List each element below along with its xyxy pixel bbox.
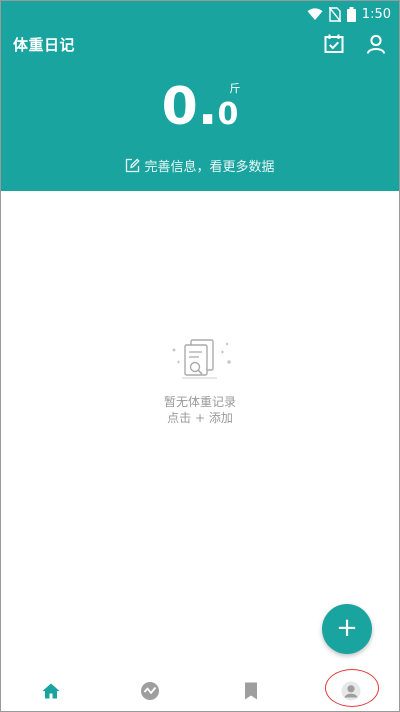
- empty-records-icon: [167, 339, 233, 390]
- header: 1:50 体重日记 0.0 斤 完善信息，看更多数据: [1, 1, 399, 191]
- home-icon[interactable]: [41, 681, 61, 701]
- empty-state-text: 暂无体重记录 点击 + 添加: [1, 394, 399, 426]
- empty-state: 暂无体重记录 点击 + 添加: [1, 336, 399, 426]
- person-icon[interactable]: [365, 33, 387, 55]
- weight-decimal: 0: [217, 97, 239, 132]
- weight-display: 0.0 斤: [1, 81, 399, 133]
- app-title: 体重日记: [13, 36, 76, 54]
- complete-info-link[interactable]: 完善信息，看更多数据: [1, 156, 399, 175]
- current-weight: 0.0 斤: [162, 81, 241, 133]
- bottom-nav: [1, 663, 399, 711]
- battery-icon: [346, 6, 356, 22]
- complete-info-text: 完善信息，看更多数据: [144, 160, 275, 175]
- trend-icon[interactable]: [140, 681, 160, 701]
- add-record-button[interactable]: +: [322, 604, 372, 654]
- bookmark-icon[interactable]: [241, 681, 261, 701]
- edit-icon: [125, 158, 144, 175]
- empty-state-line-2: 点击 + 添加: [167, 411, 233, 425]
- weight-integer: 0: [161, 77, 198, 137]
- app-screen: 1:50 体重日记 0.0 斤 完善信息，看更多数据 暂无体重记录 点击 + 添…: [0, 0, 400, 712]
- empty-state-line-1: 暂无体重记录: [163, 395, 236, 409]
- calendar-check-icon[interactable]: [323, 33, 345, 55]
- clock: 1:50: [361, 6, 391, 22]
- status-bar: 1:50: [307, 5, 391, 23]
- profile-icon[interactable]: [341, 681, 361, 701]
- weight-dot: .: [197, 77, 218, 137]
- no-sim-icon: [328, 6, 341, 22]
- wifi-icon: [307, 7, 323, 21]
- weight-unit: 斤: [229, 82, 241, 95]
